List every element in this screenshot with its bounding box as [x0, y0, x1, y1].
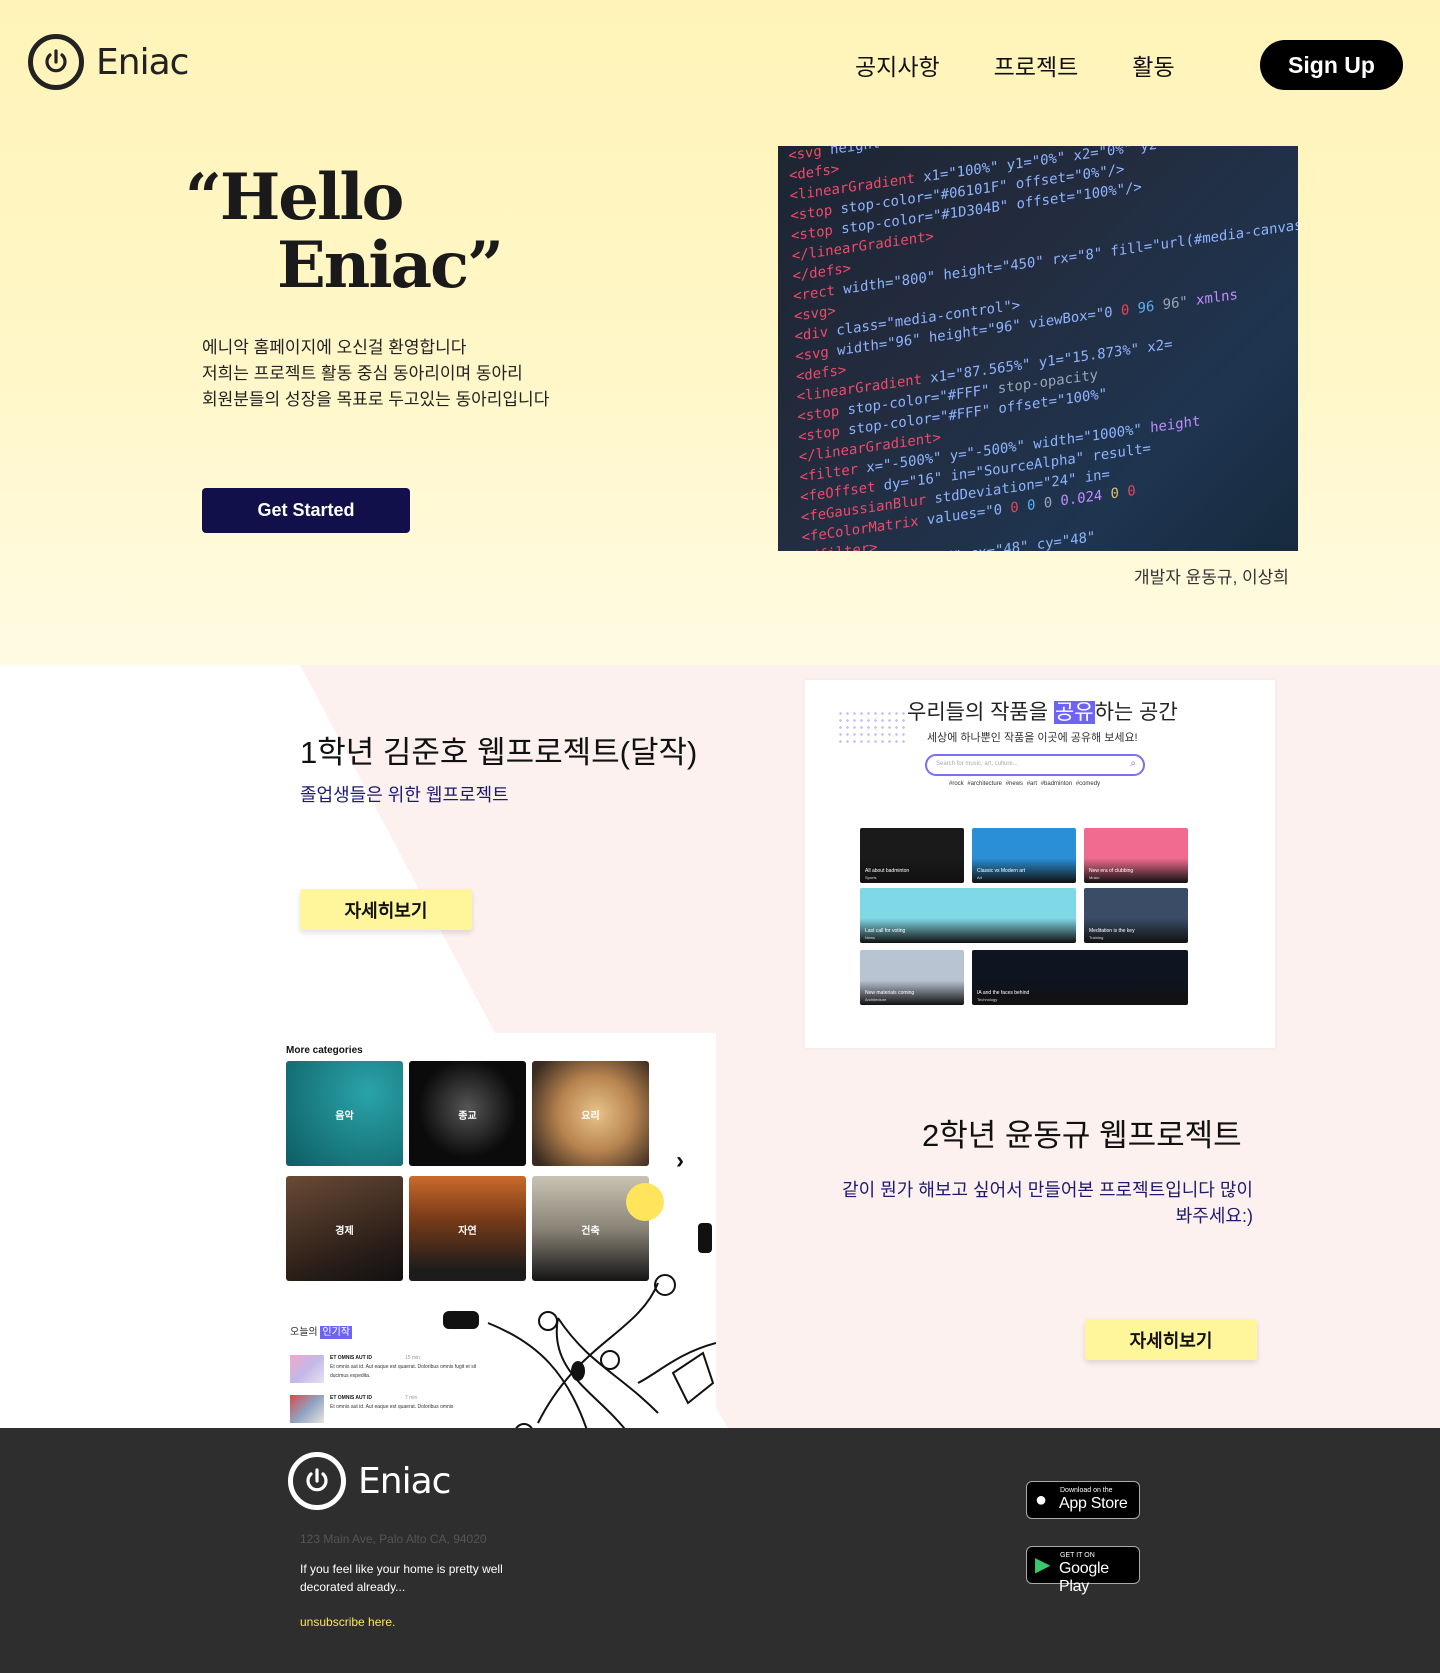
footer-address: 123 Main Ave, Palo Alto CA, 94020	[300, 1532, 487, 1546]
mock-tile-title: IA and the faces behind	[977, 990, 1030, 996]
mock-tile: Classic vs Modern art Art	[972, 828, 1076, 883]
google-play-button[interactable]: ▶ GET IT ON Google Play	[1026, 1546, 1140, 1595]
nav-item-notice[interactable]: 공지사항	[855, 48, 940, 82]
post-meta: 15 min	[405, 1355, 421, 1361]
logo-text: Eniac	[96, 41, 189, 83]
today-popular-highlight: 인기작	[320, 1326, 352, 1339]
project1-title: 1학년 김준호 웹프로젝트(달작)	[300, 735, 698, 770]
hero-section: Eniac 공지사항 프로젝트 활동 Sign Up “Hello Eniac”…	[0, 0, 1440, 665]
projects-section: 1학년 김준호 웹프로젝트(달작) 졸업생들은 위한 웹프로젝트 자세히보기 우…	[0, 665, 1440, 1428]
category-card-music: 음악	[286, 1061, 403, 1166]
hero-description: 에니악 홈페이지에 오신걸 환영합니다 저희는 프로젝트 활동 중심 동아리이며…	[202, 335, 549, 413]
mock-tile-title: New era of clubbing	[1089, 868, 1134, 874]
project1-screenshot[interactable]: More categories 음악 종교 요리 경제 자연 건축 › 오늘의 …	[278, 1033, 716, 1428]
mock-tile-category: Architecture	[865, 997, 887, 1002]
post-item: ET OMNIS AUT ID 7 min Et omnis aut id. A…	[290, 1395, 490, 1425]
mock-tile: All about badminton Sports	[860, 828, 964, 883]
mock-tile-category: Technology	[977, 997, 998, 1002]
google-play-label: Google Play	[1059, 1560, 1109, 1595]
code-text: <svg height="450" viewBox="0 0 800 450" …	[788, 146, 1298, 551]
app-store-small-text: Download on the	[1060, 1487, 1113, 1494]
mock-tile-title: New materials coming	[865, 990, 915, 996]
post-description: Et omnis aut id. Aut eaque est quaerat. …	[330, 1364, 477, 1379]
image-caption: 개발자 윤동규, 이상희	[1134, 568, 1289, 587]
search-icon: ⌕	[1130, 758, 1136, 769]
today-popular-pre: 오늘의	[290, 1327, 321, 1338]
mock-tile: New materials coming Architecture	[860, 950, 964, 1005]
mock-tile-title: Last call for voting	[865, 928, 906, 934]
chevron-right-icon[interactable]: ›	[676, 1147, 684, 1175]
get-started-button[interactable]: Get Started	[202, 488, 410, 533]
site-logo[interactable]: Eniac	[28, 34, 189, 90]
hero-description-line: 에니악 홈페이지에 오신걸 환영합니다	[202, 338, 467, 357]
mock-tile-category: Music	[1089, 875, 1100, 880]
category-card-economy: 경제	[286, 1176, 403, 1281]
project2-subtitle: 같이 뭔가 해보고 싶어서 만들어본 프로젝트입니다 많이 봐주세요:)	[842, 1180, 1253, 1226]
mock-tags: #rock #architecture #news #art #badminto…	[949, 781, 1101, 787]
project2-more-button[interactable]: 자세히보기	[1085, 1319, 1257, 1360]
mock-tile-category: Sports	[865, 875, 877, 880]
project2-title: 2학년 윤동규 웹프로젝트	[922, 1118, 1242, 1153]
code-screenshot-image: <svg height="450" viewBox="0 0 800 450" …	[778, 146, 1298, 551]
mock-share-title: 우리들의 작품을 공유하는 공간	[907, 696, 1178, 726]
today-popular-heading: 오늘의 인기작	[290, 1323, 352, 1339]
category-label: 종교	[458, 1111, 477, 1122]
nav-item-projects[interactable]: 프로젝트	[994, 48, 1079, 82]
footer-logo-text: Eniac	[358, 1460, 451, 1502]
hero-description-line: 회원분들의 성장을 목표로 두고있는 동아리입니다	[202, 390, 550, 409]
main-nav: 공지사항 프로젝트 활동	[855, 48, 1175, 82]
mock-tile-category: Training	[1089, 935, 1104, 940]
category-label: 경제	[335, 1226, 354, 1237]
project1-more-button[interactable]: 자세히보기	[300, 889, 472, 930]
mock-share-subtitle: 세상에 하나뿐인 작품을 이곳에 공유해 보세요!	[927, 732, 1138, 744]
footer-logo[interactable]: Eniac	[288, 1452, 451, 1510]
app-store-label: App Store	[1059, 1495, 1128, 1512]
post-description: Et omnis aut id. Aut eaque est quaerat. …	[330, 1404, 454, 1410]
project2-screenshot[interactable]: 우리들의 작품을 공유하는 공간 세상에 하나뿐인 작품을 이곳에 공유해 보세…	[805, 680, 1275, 1048]
mock-search-placeholder: Search for music, art, culture...	[936, 761, 1018, 767]
play-icon: ▶	[1035, 1554, 1051, 1576]
hero-title-line2: Eniac”	[277, 228, 504, 303]
mock-tile: Last call for voting News	[860, 888, 1076, 943]
mock-tile-category: Art	[977, 875, 983, 880]
mock-tile: IA and the faces behind Technology	[972, 950, 1188, 1005]
post-title: ET OMNIS AUT ID	[330, 1355, 373, 1361]
post-thumbnail	[290, 1355, 324, 1383]
sign-up-button[interactable]: Sign Up	[1260, 40, 1403, 90]
mock-tile: New era of clubbing Music	[1084, 828, 1188, 883]
post-meta: 7 min	[405, 1395, 418, 1401]
hero-title-line1: “Hello	[185, 160, 404, 235]
apple-icon: ●	[1035, 1489, 1048, 1511]
google-play-small-text: GET IT ON	[1060, 1552, 1095, 1559]
unsubscribe-link[interactable]: unsubscribe here.	[300, 1615, 395, 1629]
more-categories-heading: More categories	[286, 1045, 363, 1056]
project1-subtitle: 졸업생들은 위한 웹프로젝트	[300, 785, 509, 805]
post-title: ET OMNIS AUT ID	[330, 1395, 373, 1401]
power-icon	[288, 1452, 346, 1510]
post-item: ET OMNIS AUT ID 15 min Et omnis aut id. …	[290, 1355, 490, 1385]
site-footer: Eniac 123 Main Ave, Palo Alto CA, 94020 …	[0, 1428, 1440, 1673]
app-store-button[interactable]: ● Download on the App Store	[1026, 1481, 1140, 1519]
category-label: 요리	[581, 1111, 600, 1122]
mock-tile-title: Classic vs Modern art	[977, 868, 1026, 874]
nav-item-activities[interactable]: 활동	[1132, 48, 1174, 82]
decorative-dot	[626, 1183, 664, 1221]
post-thumbnail	[290, 1395, 324, 1423]
mock-tile: Meditation is the key Training	[1084, 888, 1188, 943]
mock-share-title-pre: 우리들의 작품을	[907, 701, 1054, 724]
mock-share-title-post: 하는 공간	[1094, 701, 1178, 724]
dot-pattern	[837, 710, 907, 746]
mock-share-title-highlight: 공유	[1053, 701, 1095, 724]
category-card-religion: 종교	[409, 1061, 526, 1166]
mock-tile-title: Meditation is the key	[1089, 928, 1135, 934]
category-card-cooking: 요리	[532, 1061, 649, 1166]
category-label: 음악	[335, 1111, 354, 1122]
hero-description-line: 저희는 프로젝트 활동 중심 동아리이며 동아리	[202, 364, 523, 383]
power-icon	[28, 34, 84, 90]
footer-note: If you feel like your home is pretty wel…	[300, 1562, 503, 1594]
mock-tile-category: News	[865, 935, 876, 940]
mock-tile-title: All about badminton	[865, 868, 910, 874]
mock-search-input: Search for music, art, culture... ⌕	[925, 754, 1145, 776]
